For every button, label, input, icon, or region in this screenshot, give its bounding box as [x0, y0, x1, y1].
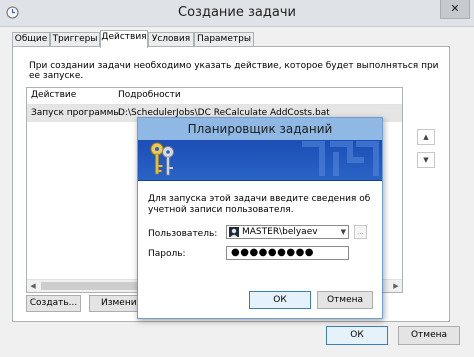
dialog-title-bar: Планировщик заданий	[138, 118, 382, 140]
password-field[interactable]: ●●●●●●●●●	[226, 246, 349, 260]
scroll-right-icon[interactable]: ▶	[390, 280, 402, 292]
tab-triggers[interactable]: Триггеры	[50, 32, 100, 47]
window-title: Создание задачи	[178, 5, 296, 20]
tab-actions[interactable]: Действия	[100, 30, 148, 48]
ok-button[interactable]: ОК	[326, 326, 388, 345]
tab-conditions[interactable]: Условия	[148, 32, 194, 47]
arrow-down-icon: ▼	[423, 156, 429, 164]
chevron-down-icon[interactable]: ▼	[341, 226, 346, 238]
user-avatar-icon	[229, 227, 239, 237]
keys-icon	[150, 142, 174, 176]
password-mask: ●●●●●●●●●	[231, 247, 315, 258]
row-action-cell: Запуск программы	[31, 108, 121, 118]
user-select[interactable]: MASTER\belyaev ▼	[226, 225, 349, 239]
cancel-button[interactable]: Отмена	[398, 326, 460, 345]
dialog-cancel-button[interactable]: Отмена	[317, 291, 373, 309]
actions-description: При создании задачи необходимо указать д…	[29, 61, 439, 81]
window-close-button[interactable]: ✕	[440, 0, 470, 19]
move-down-button[interactable]: ▼	[417, 152, 435, 168]
window-title-bar: Создание задачи ✕	[0, 0, 474, 27]
create-action-button[interactable]: Создать...	[26, 295, 81, 312]
tab-settings[interactable]: Параметры	[194, 32, 254, 47]
user-value: MASTER\belyaev	[242, 227, 318, 237]
actions-list-header: Действие Подробности	[27, 88, 402, 105]
column-header-action[interactable]: Действие	[31, 90, 76, 100]
move-up-button[interactable]: ▲	[417, 129, 435, 145]
password-label: Пароль:	[148, 249, 186, 259]
browse-user-button[interactable]: ...	[354, 225, 367, 239]
dialog-banner	[138, 140, 382, 181]
credentials-prompt: Для запуска этой задачи введите сведения…	[148, 194, 371, 215]
banner-decoration-icon	[302, 141, 379, 176]
scroll-left-icon[interactable]: ◀	[27, 280, 39, 292]
user-label: Пользователь:	[148, 229, 218, 239]
arrow-up-icon: ▲	[423, 133, 429, 141]
create-task-window: Создание задачи ✕ Общие Триггеры Действи…	[0, 0, 474, 357]
dialog-title: Планировщик заданий	[187, 122, 333, 136]
tab-general[interactable]: Общие	[12, 32, 50, 47]
dialog-ok-button[interactable]: ОК	[249, 291, 311, 309]
credentials-dialog: Планировщик заданий Для запуска этой зад…	[137, 117, 383, 319]
column-header-details[interactable]: Подробности	[118, 90, 181, 100]
